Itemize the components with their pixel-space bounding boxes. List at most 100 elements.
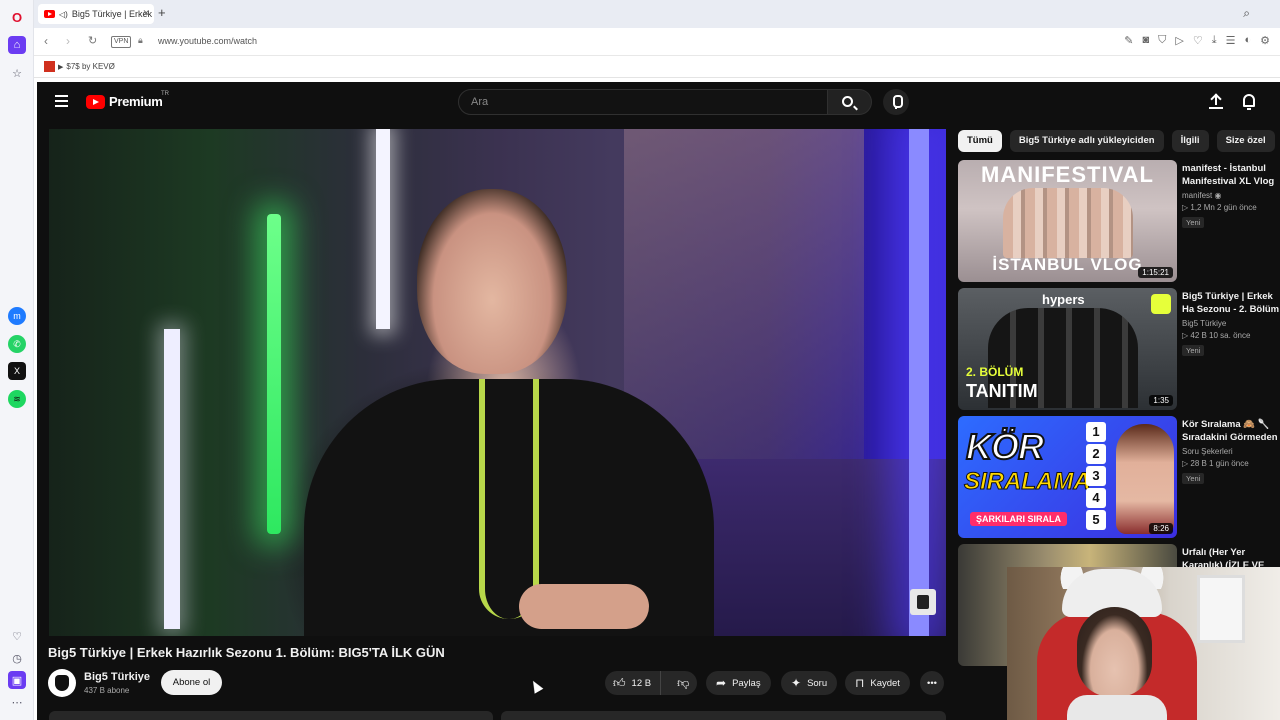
close-tab-icon[interactable]: ✕ bbox=[142, 8, 150, 19]
ask-button[interactable]: ✦ Soru bbox=[781, 671, 838, 695]
sparkle-icon: ✦ bbox=[791, 676, 802, 690]
video-bg-lockers bbox=[624, 129, 864, 459]
chip-all[interactable]: Tümü bbox=[958, 130, 1002, 152]
youtube-logo[interactable]: Premium TR bbox=[86, 91, 169, 109]
forward-icon[interactable]: › bbox=[66, 34, 70, 48]
menu-icon[interactable] bbox=[55, 95, 68, 107]
recommendation-title[interactable]: Big5 Türkiye | Erkek Ha Sezonu - 2. Bölü… bbox=[1182, 290, 1280, 316]
webcam-window bbox=[1197, 575, 1245, 643]
back-icon[interactable]: ‹ bbox=[44, 34, 48, 48]
video-thumbnail[interactable]: MANIFESTIVAL İSTANBUL VLOG 1:15:21 bbox=[958, 160, 1177, 282]
heart-outline-icon[interactable]: ♡ bbox=[1193, 34, 1203, 47]
thumbnail-numbers: 1 2 3 4 5 bbox=[1086, 422, 1110, 530]
video-thumbnail[interactable]: KÖR SIRALAMA ŞARKILARI SIRALA 1 2 3 4 5 … bbox=[958, 416, 1177, 538]
chip-for-you[interactable]: Size özel bbox=[1216, 130, 1275, 152]
thumbs-up-icon: 👍︎ bbox=[613, 675, 626, 690]
whatsapp-icon[interactable]: ✆ bbox=[8, 335, 26, 353]
tab-strip: ◁) Big5 Türkiye | Erkek Ha ✕ + ⌕ bbox=[34, 0, 1280, 28]
channel-avatar[interactable] bbox=[48, 669, 76, 697]
thumbnail-number: 1 bbox=[1086, 422, 1106, 442]
play-icon[interactable]: ▷ bbox=[1175, 34, 1183, 47]
history-icon[interactable]: ◷ bbox=[8, 649, 26, 667]
recommendation-channel[interactable]: Soru Şekerleri bbox=[1182, 447, 1280, 456]
video-thumbnail[interactable]: hypers 2. BÖLÜM TANITIM 1:35 bbox=[958, 288, 1177, 410]
channel-name[interactable]: Big5 Türkiye bbox=[84, 671, 150, 683]
chat-box[interactable] bbox=[501, 711, 946, 720]
settings-icon[interactable]: ⚙ bbox=[1260, 34, 1270, 47]
recommendation-info: manifest - İstanbul Manifestival XL Vlog… bbox=[1182, 162, 1280, 230]
bookmark-item[interactable]: ▶ $7$ by KEVØ bbox=[44, 61, 115, 72]
url-field[interactable]: www.youtube.com/watch bbox=[158, 36, 257, 46]
thumbnail-text: TANITIM bbox=[966, 381, 1038, 401]
recommendation-info: Big5 Türkiye | Erkek Ha Sezonu - 2. Bölü… bbox=[1182, 290, 1280, 358]
edit-icon[interactable]: ✎ bbox=[1124, 34, 1133, 47]
more-actions-button[interactable]: ••• bbox=[920, 671, 944, 695]
webcam-shirt bbox=[1067, 695, 1167, 720]
like-button[interactable]: 👍︎ 12 B bbox=[605, 671, 662, 695]
recommendation-stats: ▷ 28 B 1 gün önce bbox=[1182, 459, 1249, 468]
lock-icon[interactable]: 🔒︎ bbox=[138, 35, 143, 46]
youtube-header: Premium TR Ara bbox=[37, 82, 1280, 122]
more-icon[interactable]: ⋯ bbox=[8, 693, 26, 711]
video-light bbox=[909, 129, 929, 636]
messenger-icon[interactable]: m bbox=[8, 307, 26, 325]
search-icon bbox=[842, 96, 853, 107]
thumbnail-brand: hypers bbox=[1042, 292, 1085, 307]
webcam-person bbox=[1077, 607, 1152, 697]
address-tools: ✎ ◙ ⛉ ▷ ♡ ⤓ ☰ ◐ ⚙ bbox=[1124, 34, 1270, 47]
reload-icon[interactable]: ↻ bbox=[88, 34, 97, 47]
extensions-icon[interactable]: ▣ bbox=[8, 671, 26, 689]
thumbnail-number: 4 bbox=[1086, 488, 1106, 508]
spotify-icon[interactable]: ≋ bbox=[8, 390, 26, 408]
youtube-favicon-icon bbox=[44, 10, 55, 18]
list-icon[interactable]: ☰ bbox=[1226, 34, 1236, 47]
chip-uploader[interactable]: Big5 Türkiye adlı yükleyiciden bbox=[1009, 130, 1164, 152]
heart-icon[interactable]: ♡ bbox=[8, 627, 26, 645]
video-player[interactable] bbox=[49, 129, 946, 636]
browser-sidebar: O ⌂ ☆ m ✆ X ≋ ♡ ◷ ▣ ⋯ bbox=[0, 0, 34, 720]
chip-related[interactable]: İlgili bbox=[1171, 130, 1209, 152]
shield-icon[interactable]: ⛉ bbox=[1158, 34, 1166, 47]
video-duration: 1:15:21 bbox=[1138, 267, 1173, 278]
thumbnail-number: 5 bbox=[1086, 510, 1106, 530]
thumbnail-text: SIRALAMA bbox=[964, 468, 1092, 496]
save-button[interactable]: ⊓ Kaydet bbox=[845, 671, 910, 695]
upload-icon[interactable] bbox=[1209, 93, 1223, 109]
new-tab-button[interactable]: + bbox=[158, 5, 166, 20]
star-icon[interactable]: ☆ bbox=[8, 64, 26, 82]
share-button[interactable]: ➦ Paylaş bbox=[706, 671, 771, 695]
recommendation-channel[interactable]: manifest ◉ bbox=[1182, 191, 1280, 200]
speaker-icon[interactable]: ◁) bbox=[59, 10, 68, 19]
dislike-button[interactable]: 👎︎ bbox=[667, 676, 689, 691]
home-icon[interactable]: ⌂ bbox=[8, 36, 26, 54]
like-dislike-group: 👍︎ 12 B 👎︎ bbox=[605, 671, 697, 695]
camera-icon[interactable]: ◙ bbox=[1142, 34, 1149, 47]
opera-logo-icon[interactable]: O bbox=[8, 8, 26, 26]
voice-search-icon[interactable] bbox=[883, 89, 909, 115]
recommendation-item[interactable]: MANIFESTIVAL İSTANBUL VLOG 1:15:21 manif… bbox=[958, 160, 1280, 282]
recommendation-item[interactable]: KÖR SIRALAMA ŞARKILARI SIRALA 1 2 3 4 5 … bbox=[958, 416, 1280, 538]
subscriber-count: 437 B abone bbox=[84, 686, 130, 695]
thumbnail-text: ŞARKILARI SIRALA bbox=[970, 512, 1067, 526]
tab-youtube[interactable]: ◁) Big5 Türkiye | Erkek Ha ✕ bbox=[38, 4, 154, 24]
download-icon[interactable]: ⤓ bbox=[1212, 34, 1217, 47]
recommendation-title[interactable]: manifest - İstanbul Manifestival XL Vlog bbox=[1182, 162, 1280, 188]
profile-icon[interactable]: ◐ bbox=[1244, 34, 1251, 47]
recommendation-title[interactable]: Kör Sıralama 🙈 🥄 Sıradakini Görmeden Şar… bbox=[1182, 418, 1280, 444]
subscribe-button[interactable]: Abone ol bbox=[161, 670, 222, 695]
thumbnail-number: 2 bbox=[1086, 444, 1106, 464]
description-box[interactable] bbox=[49, 711, 493, 720]
bookmarks-bar: ▶ $7$ by KEVØ bbox=[34, 56, 1280, 78]
search-button[interactable] bbox=[828, 89, 872, 115]
recommendation-item[interactable]: hypers 2. BÖLÜM TANITIM 1:35 Big5 Türkiy… bbox=[958, 288, 1280, 410]
notifications-icon[interactable] bbox=[1243, 94, 1255, 110]
tab-search-icon[interactable]: ⌕ bbox=[1243, 6, 1250, 21]
vpn-badge[interactable]: VPN bbox=[111, 36, 132, 48]
video-product-icon[interactable] bbox=[910, 589, 936, 615]
thumbnail-text: KÖR bbox=[965, 425, 1045, 468]
recommendation-channel[interactable]: Big5 Türkiye bbox=[1182, 319, 1280, 328]
save-label: Kaydet bbox=[870, 677, 900, 689]
search-input[interactable]: Ara bbox=[458, 89, 828, 115]
x-icon[interactable]: X bbox=[8, 362, 26, 380]
recommendation-stats: ▷ 1,2 Mn 2 gün önce bbox=[1182, 203, 1257, 212]
